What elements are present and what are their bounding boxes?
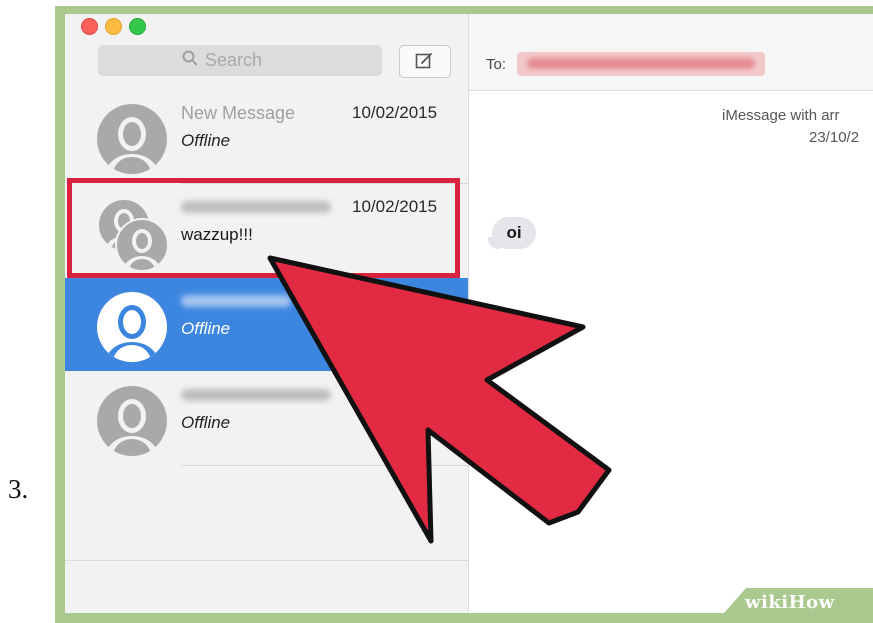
pointer-arrow-icon	[267, 255, 612, 544]
